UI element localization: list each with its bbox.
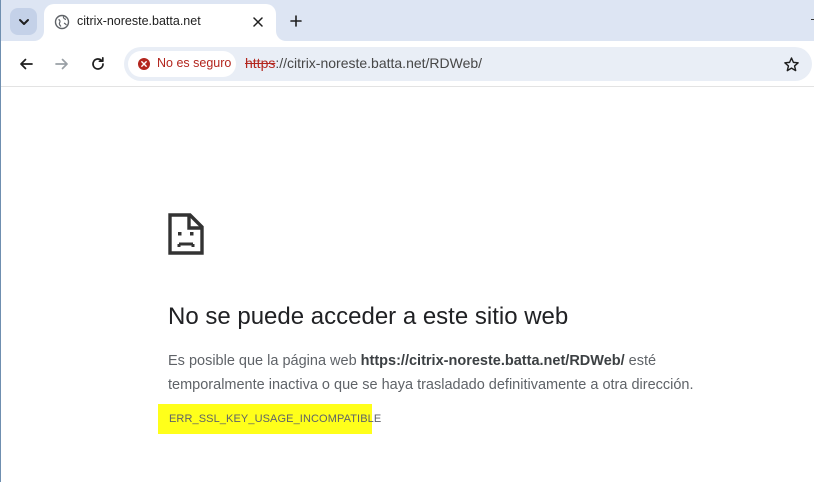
- error-code: ERR_SSL_KEY_USAGE_INCOMPATIBLE: [169, 413, 382, 425]
- sad-page-icon: [168, 213, 204, 255]
- url-rest: ://citrix-noreste.batta.net/RDWeb/: [275, 55, 483, 71]
- tab-search-button[interactable]: [10, 8, 37, 35]
- arrow-left-icon: [20, 58, 33, 70]
- url-text[interactable]: https://citrix-noreste.batta.net/RDWeb/: [245, 55, 482, 71]
- bookmark-button[interactable]: [780, 53, 802, 75]
- error-title: No se puede acceder a este sitio web: [168, 303, 569, 330]
- address-bar[interactable]: No es seguro https://citrix-noreste.batt…: [124, 47, 812, 81]
- forward-button[interactable]: [48, 50, 76, 78]
- error-circle-icon: [138, 58, 150, 70]
- back-button[interactable]: [12, 50, 40, 78]
- reload-button[interactable]: [84, 50, 112, 78]
- new-tab-button[interactable]: [284, 9, 308, 33]
- error-description: Es posible que la página web https://cit…: [168, 349, 768, 397]
- error-code-highlight: ERR_SSL_KEY_USAGE_INCOMPATIBLE: [158, 404, 381, 434]
- error-desc-url: https://citrix-noreste.batta.net/RDWeb/: [360, 353, 625, 369]
- arrow-right-icon: [55, 58, 68, 70]
- tab-strip: citrix-noreste.batta.net: [1, 0, 814, 41]
- reload-icon: [92, 56, 104, 70]
- tab-title: citrix-noreste.batta.net: [77, 14, 201, 28]
- error-desc-prefix: Es posible que la página web: [168, 353, 361, 369]
- error-desc-line2: temporalmente inactiva o que se haya tra…: [168, 377, 694, 393]
- url-scheme: https: [245, 55, 276, 71]
- star-icon: [783, 56, 799, 71]
- globe-icon: [54, 14, 70, 30]
- browser-window: citrix-noreste.batta.net No es seguro ht…: [0, 0, 814, 482]
- plus-icon: [290, 15, 302, 27]
- chevron-down-icon: [18, 18, 29, 25]
- error-desc-suffix: esté: [624, 353, 657, 369]
- toolbar: No es seguro https://citrix-noreste.batt…: [1, 41, 814, 87]
- security-indicator[interactable]: No es seguro: [128, 51, 236, 77]
- tab-active[interactable]: citrix-noreste.batta.net: [44, 4, 276, 41]
- page-content: No se puede acceder a este sitio web Es …: [1, 88, 814, 482]
- security-label: No es seguro: [157, 56, 232, 70]
- close-icon: [253, 17, 263, 27]
- tab-close-button[interactable]: [248, 12, 268, 32]
